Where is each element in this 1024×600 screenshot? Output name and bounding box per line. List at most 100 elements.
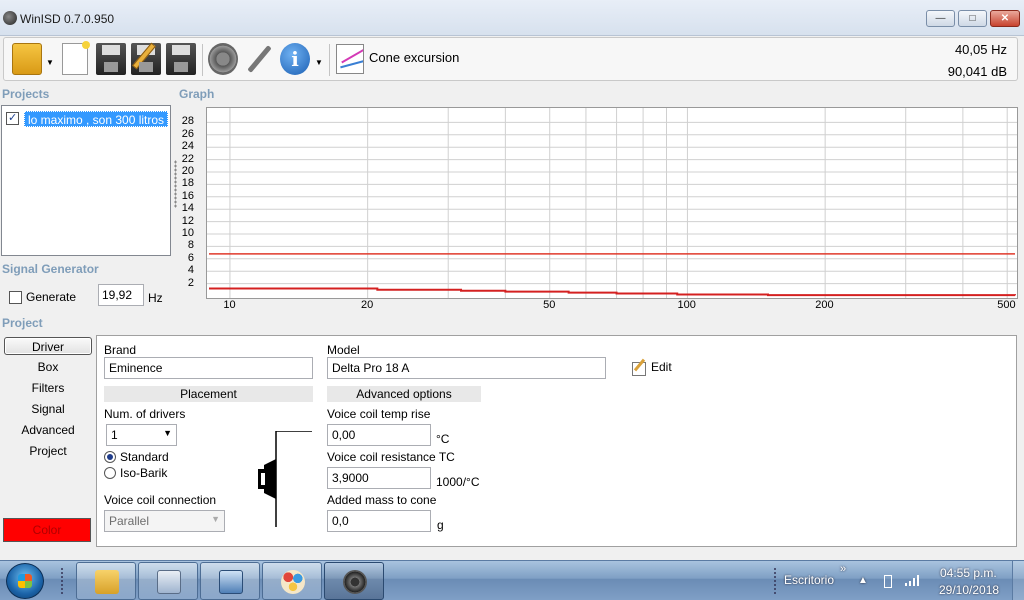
paint-palette-icon xyxy=(281,570,305,594)
nav-item-project[interactable]: Project xyxy=(4,442,92,460)
y-tick-label: 12 xyxy=(181,214,194,227)
taskbar-paint-button[interactable] xyxy=(262,562,322,600)
y-tick-label: 22 xyxy=(181,152,194,165)
nav-item-filters[interactable]: Filters xyxy=(4,379,92,397)
y-tick-label: 18 xyxy=(181,177,194,190)
project-color-button[interactable]: Color xyxy=(3,518,91,542)
y-tick-label: 4 xyxy=(187,264,194,277)
resistance-tc-field[interactable]: 3,9000 xyxy=(327,467,431,489)
num-drivers-label: Num. of drivers xyxy=(104,407,186,421)
taskbar-app-button[interactable] xyxy=(138,562,198,600)
open-folder-icon[interactable] xyxy=(12,43,42,75)
radio-isobarik-button[interactable] xyxy=(104,467,116,479)
project-name[interactable]: lo maximo , son 300 litros xyxy=(24,110,169,127)
signal-generator-heading: Signal Generator xyxy=(2,262,99,276)
nav-item-signal[interactable]: Signal xyxy=(4,400,92,418)
x-tick-label: 500 xyxy=(997,299,1016,311)
taskbar-winisd-button[interactable] xyxy=(324,562,384,600)
taskbar-computer-button[interactable] xyxy=(200,562,260,600)
y-tick-label: 26 xyxy=(181,127,194,140)
info-icon[interactable]: i xyxy=(280,43,310,75)
nav-item-box[interactable]: Box xyxy=(4,358,92,376)
model-field[interactable]: Delta Pro 18 A xyxy=(327,357,606,379)
maximize-button[interactable]: □ xyxy=(958,10,987,27)
taskbar: Escritorio » ▲ 04:55 p.m. 29/10/2018 xyxy=(0,560,1024,600)
chevron-down-icon: ▼ xyxy=(163,428,172,438)
nav-item-driver[interactable]: Driver xyxy=(4,337,92,355)
toolbar: ▼ i ▼ Cone excursion 40,05 Hz 90,041 dB xyxy=(3,37,1018,81)
brand-label: Brand xyxy=(104,343,137,357)
y-tick-label: 20 xyxy=(181,165,194,177)
edit-label: Edit xyxy=(651,360,672,374)
num-drivers-value: 1 xyxy=(111,428,118,442)
y-tick-label: 6 xyxy=(187,251,194,264)
toolbar-separator xyxy=(329,44,330,76)
taskbar-grip[interactable] xyxy=(60,567,64,595)
resistance-tc-label: Voice coil resistance TC xyxy=(327,450,455,464)
graph-type-icon[interactable] xyxy=(336,44,364,74)
level-readout: 90,041 dB xyxy=(947,64,1007,79)
toolbar-expand-icon[interactable]: » xyxy=(840,563,846,575)
projects-heading: Projects xyxy=(2,87,50,101)
frequency-readout: 40,05 Hz xyxy=(954,42,1007,57)
y-tick-label: 8 xyxy=(187,239,194,252)
cone-excursion-chart xyxy=(207,108,1017,298)
show-desktop-button[interactable] xyxy=(1012,561,1024,600)
title-bar: WinISD 0.7.0.950 — □ ✕ xyxy=(0,0,1024,36)
generate-label: Generate xyxy=(26,290,77,304)
generate-checkbox[interactable] xyxy=(9,290,22,304)
generator-frequency-input[interactable]: 19,92 xyxy=(98,284,144,306)
brand-field[interactable]: Eminence xyxy=(104,357,313,379)
temp-rise-unit: °C xyxy=(436,432,450,446)
speaker-icon xyxy=(343,570,367,594)
nav-item-advanced[interactable]: Advanced xyxy=(4,421,92,439)
save-icon[interactable] xyxy=(96,43,126,75)
radio-standard-button[interactable] xyxy=(104,451,116,463)
x-tick-label: 20 xyxy=(361,299,374,311)
info-dropdown-arrow-icon[interactable]: ▼ xyxy=(315,58,323,67)
toolbar-grip[interactable] xyxy=(773,567,777,595)
minimize-button[interactable]: — xyxy=(926,10,955,27)
computer-icon xyxy=(219,570,243,594)
temp-rise-field[interactable]: 0,00 xyxy=(327,424,431,446)
graph-canvas[interactable] xyxy=(206,107,1018,299)
pencil-icon xyxy=(132,42,156,70)
y-tick-label: 10 xyxy=(181,227,194,239)
start-button[interactable] xyxy=(6,563,44,599)
x-tick-label: 100 xyxy=(677,299,696,311)
desktop-toolbar-label[interactable]: Escritorio xyxy=(784,573,834,587)
battery-icon[interactable] xyxy=(884,575,892,588)
advanced-options-header: Advanced options xyxy=(327,386,481,402)
clock-time[interactable]: 04:55 p.m. xyxy=(940,566,997,580)
project-visible-checkbox[interactable] xyxy=(6,111,19,125)
save-all-icon[interactable] xyxy=(166,43,196,75)
close-button[interactable]: ✕ xyxy=(990,10,1020,27)
driver-editor-icon[interactable] xyxy=(208,43,238,75)
added-mass-field[interactable]: 0,0 xyxy=(327,510,431,532)
folder-icon xyxy=(95,570,119,594)
toolbar-separator xyxy=(202,44,203,76)
edit-driver-button[interactable]: Edit xyxy=(632,360,672,376)
network-icon[interactable] xyxy=(904,572,922,588)
project-item[interactable]: lo maximo , son 300 litros xyxy=(6,110,169,127)
added-mass-label: Added mass to cone xyxy=(327,493,437,507)
generate-option[interactable]: Generate xyxy=(9,290,76,304)
placement-header: Placement xyxy=(104,386,313,402)
radio-isobarik[interactable]: Iso-Barik xyxy=(104,466,167,480)
application-icon xyxy=(157,570,181,594)
taskbar-explorer-button[interactable] xyxy=(76,562,136,600)
chevron-down-icon: ▼ xyxy=(211,514,220,524)
x-tick-label: 50 xyxy=(543,299,556,311)
open-dropdown-arrow-icon[interactable]: ▼ xyxy=(46,58,54,67)
show-hidden-icons-icon[interactable]: ▲ xyxy=(858,575,868,586)
y-tick-label: 2 xyxy=(187,276,194,289)
num-drivers-select[interactable]: 1 ▼ xyxy=(106,424,177,446)
clock-date[interactable]: 29/10/2018 xyxy=(939,583,999,597)
graph-type-label[interactable]: Cone excursion xyxy=(369,50,459,65)
radio-standard[interactable]: Standard xyxy=(104,450,169,464)
y-tick-label: 24 xyxy=(181,140,194,153)
wrench-icon[interactable] xyxy=(244,43,274,75)
window-title: WinISD 0.7.0.950 xyxy=(20,12,115,26)
save-as-icon[interactable] xyxy=(131,42,161,75)
new-project-icon[interactable] xyxy=(62,41,90,75)
